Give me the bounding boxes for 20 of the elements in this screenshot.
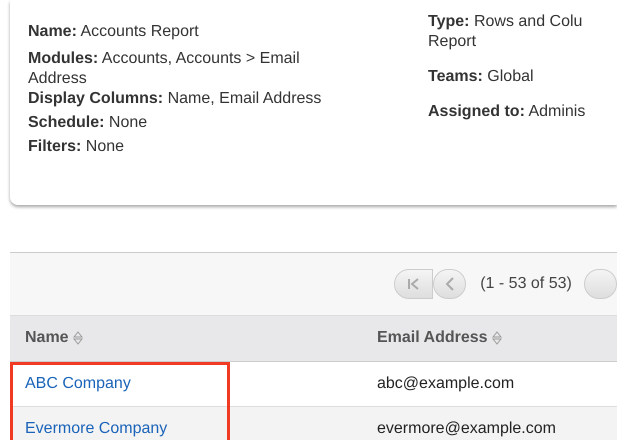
account-link[interactable]: ABC Company bbox=[25, 375, 131, 392]
detail-field: Filters: None bbox=[28, 137, 428, 157]
detail-field: Modules: Accounts, Accounts > Email Address bbox=[28, 49, 428, 89]
detail-field: Teams: Global bbox=[428, 67, 617, 87]
next-page-button[interactable] bbox=[584, 269, 617, 299]
table-cell: evermore@example.com bbox=[362, 406, 617, 440]
first-page-button[interactable] bbox=[394, 269, 434, 299]
previous-page-button[interactable] bbox=[433, 269, 466, 299]
detail-field: Assigned to: Adminis bbox=[428, 102, 617, 122]
column-header[interactable]: Name bbox=[10, 316, 362, 362]
detail-field: Type: Rows and Colu Report bbox=[428, 12, 617, 52]
detail-field: Display Columns: Name, Email Address bbox=[28, 89, 428, 109]
first-page-icon bbox=[406, 278, 421, 290]
detail-field: Name: Accounts Report bbox=[28, 22, 428, 42]
detail-field: Schedule: None bbox=[28, 113, 428, 133]
page-range: (1 - 53 of 53) bbox=[480, 275, 572, 293]
column-header[interactable]: Email Address bbox=[362, 316, 617, 362]
sort-icon bbox=[492, 331, 502, 346]
sort-icon bbox=[72, 331, 83, 346]
chevron-left-icon bbox=[444, 277, 455, 291]
